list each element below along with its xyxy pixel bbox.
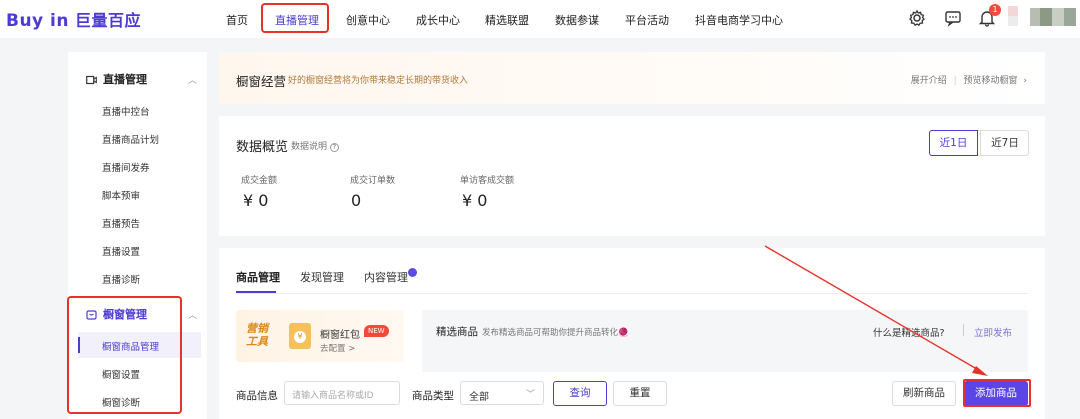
annotation-arrow-line — [764, 245, 983, 373]
annotation-arrow — [764, 245, 988, 376]
